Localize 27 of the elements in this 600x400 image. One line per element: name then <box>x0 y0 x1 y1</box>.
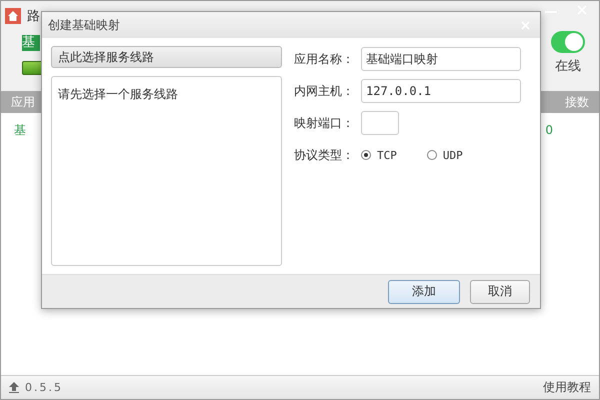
table-cell: 基 <box>14 122 26 138</box>
field-label: 映射端口： <box>294 114 355 132</box>
input-field[interactable]: 基础端口映射 <box>361 47 521 71</box>
empty-message: 请先选择一个服务线路 <box>58 87 178 101</box>
app-title: 路 <box>27 8 40 25</box>
protocol-radio[interactable]: UDP <box>426 148 463 162</box>
online-toggle[interactable] <box>551 31 585 53</box>
dialog-title: 创建基础映射 <box>48 16 120 34</box>
column-header: 应用 <box>11 94 35 110</box>
field-label: 应用名称： <box>294 50 355 68</box>
online-label: 在线 <box>555 58 581 75</box>
add-button[interactable]: 添加 <box>388 280 460 304</box>
group-label: 基 <box>22 35 40 51</box>
select-route-button[interactable]: 点此选择服务线路 <box>51 46 282 68</box>
protocol-radio[interactable]: TCP <box>361 148 397 162</box>
table-cell: 0 <box>545 123 553 137</box>
version-text: 0.5.5 <box>25 381 63 394</box>
upload-icon[interactable] <box>9 382 19 393</box>
input-field[interactable] <box>361 111 399 135</box>
input-field[interactable]: 127.0.0.1 <box>361 79 521 103</box>
field-label: 协议类型： <box>294 146 355 164</box>
field-label: 内网主机： <box>294 82 355 100</box>
column-header: 接数 <box>565 94 589 110</box>
help-link[interactable]: 使用教程 <box>543 379 591 396</box>
route-list[interactable]: 请先选择一个服务线路 <box>51 76 282 266</box>
cancel-button[interactable]: 取消 <box>470 280 530 304</box>
home-icon <box>5 8 21 24</box>
